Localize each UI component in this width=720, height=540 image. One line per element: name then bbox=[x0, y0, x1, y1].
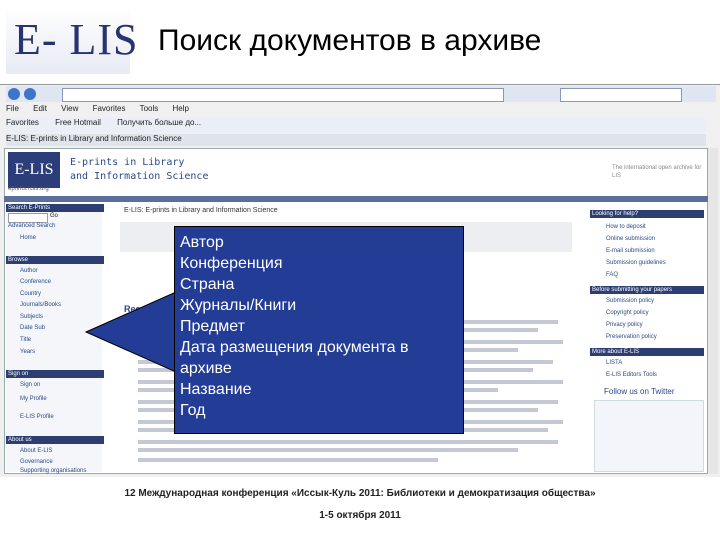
browser-search-input[interactable] bbox=[560, 88, 682, 102]
privacy-policy[interactable]: Privacy policy bbox=[606, 322, 643, 328]
callout-list: Автор Конференция Страна Журналы/Книги П… bbox=[180, 232, 460, 421]
help-guidelines[interactable]: Submission guidelines bbox=[606, 260, 666, 266]
site-title: E-prints in Library and Information Scie… bbox=[70, 156, 208, 184]
site-header-strip bbox=[4, 196, 708, 202]
footer-dates: 1-5 октября 2011 bbox=[319, 510, 401, 521]
callout-item-country: Страна bbox=[180, 276, 235, 293]
site-url: eprints.rclis.org bbox=[8, 186, 49, 192]
about-link[interactable]: About E-LIS bbox=[20, 448, 52, 454]
recent-submissions-heading: Recent su bbox=[124, 304, 168, 314]
editors-tools-link[interactable]: E-LIS Editors Tools bbox=[606, 372, 657, 378]
site-tagline: The international open archive for LIS bbox=[612, 165, 702, 179]
browse-title[interactable]: Title bbox=[20, 337, 31, 343]
callout-item-date: Дата размещения документа в архиве bbox=[180, 339, 409, 377]
sidebar-search-head: Search E-Prints bbox=[6, 204, 104, 212]
url-input[interactable] bbox=[62, 88, 504, 102]
forward-icon[interactable] bbox=[24, 88, 36, 100]
menu-file[interactable]: File bbox=[6, 104, 19, 113]
browse-subjects[interactable]: Subjects bbox=[20, 314, 43, 320]
slide-title: Поиск документов в архиве bbox=[158, 24, 542, 57]
callout-item-author: Автор bbox=[180, 234, 224, 251]
preservation-policy[interactable]: Preservation policy bbox=[606, 334, 657, 340]
support-head: Before submitting your papers bbox=[590, 286, 704, 294]
browse-journals[interactable]: Journals/Books bbox=[20, 302, 61, 308]
menu-favorites[interactable]: Favorites bbox=[93, 104, 126, 113]
fav-hotmail[interactable]: Free Hotmail bbox=[55, 118, 101, 127]
signon-link[interactable]: Sign on bbox=[20, 382, 40, 388]
sidebar-go-button[interactable]: Go bbox=[50, 213, 58, 219]
sidebar-browse-head: Browse bbox=[6, 256, 104, 264]
help-faq[interactable]: FAQ bbox=[606, 272, 618, 278]
menu-tools[interactable]: Tools bbox=[140, 104, 159, 113]
menu-help[interactable]: Help bbox=[173, 104, 189, 113]
callout-item-title: Название bbox=[180, 381, 252, 398]
more-head: More about E-LIS bbox=[590, 348, 704, 356]
browse-years[interactable]: Years bbox=[20, 349, 35, 355]
help-deposit[interactable]: How to deposit bbox=[606, 224, 646, 230]
lista-link[interactable]: LISTA bbox=[606, 360, 622, 366]
copyright-policy[interactable]: Copyright policy bbox=[606, 310, 649, 316]
menu-edit[interactable]: Edit bbox=[33, 104, 47, 113]
browser-tab[interactable]: E-LIS: E-prints in Library and Informati… bbox=[6, 134, 706, 146]
site-logo[interactable]: E-LIS bbox=[8, 152, 60, 188]
browse-conference[interactable]: Conference bbox=[20, 279, 51, 285]
callout-item-subject: Предмет bbox=[180, 318, 245, 335]
site-title-line2: and Information Science bbox=[70, 171, 209, 182]
help-online[interactable]: Online submission bbox=[606, 236, 655, 242]
supporting-link[interactable]: Supporting organisations bbox=[20, 468, 86, 474]
follow-twitter[interactable]: Follow us on Twitter bbox=[604, 387, 675, 396]
help-email[interactable]: E-mail submission bbox=[606, 248, 655, 254]
favorites-button[interactable]: Favorites bbox=[6, 118, 39, 127]
my-profile-link[interactable]: My Profile bbox=[20, 396, 47, 402]
sidebar-search-input[interactable] bbox=[8, 213, 48, 223]
callout-item-year: Год bbox=[180, 402, 206, 419]
elis-profile-link[interactable]: E-LIS Profile bbox=[20, 414, 54, 420]
breadcrumb: E-LIS: E-prints in Library and Informati… bbox=[124, 207, 278, 214]
browse-country[interactable]: Country bbox=[20, 291, 41, 297]
browse-date[interactable]: Date Sub bbox=[20, 325, 45, 331]
site-title-line1: E-prints in Library bbox=[70, 157, 185, 168]
browser-menu: File Edit View Favorites Tools Help bbox=[6, 104, 716, 116]
fav-more[interactable]: Получить больше до... bbox=[117, 118, 201, 127]
governance-link[interactable]: Governance bbox=[20, 459, 53, 465]
browse-author[interactable]: Author bbox=[20, 268, 38, 274]
sidebar-signon-head: Sign on bbox=[6, 370, 104, 378]
page-scrollbar[interactable] bbox=[708, 148, 718, 474]
footer-conference: 12 Международная конференция «Иссык-Куль… bbox=[124, 488, 596, 499]
e-lis-logo-text: E- LIS bbox=[14, 15, 139, 64]
callout-item-conference: Конференция bbox=[180, 255, 283, 272]
submission-policy[interactable]: Submission policy bbox=[606, 298, 654, 304]
advanced-search-link[interactable]: Advanced Search bbox=[8, 223, 55, 229]
callout-item-journals: Журналы/Книги bbox=[180, 297, 297, 314]
home-link[interactable]: Home bbox=[20, 235, 36, 241]
back-icon[interactable] bbox=[8, 88, 20, 100]
favorites-bar: Favorites Free Hotmail Получить больше д… bbox=[6, 118, 706, 132]
sidebar-about-head: About us bbox=[6, 436, 104, 444]
help-head: Looking for help? bbox=[590, 210, 704, 218]
twitter-widget bbox=[594, 400, 704, 472]
menu-view[interactable]: View bbox=[61, 104, 78, 113]
